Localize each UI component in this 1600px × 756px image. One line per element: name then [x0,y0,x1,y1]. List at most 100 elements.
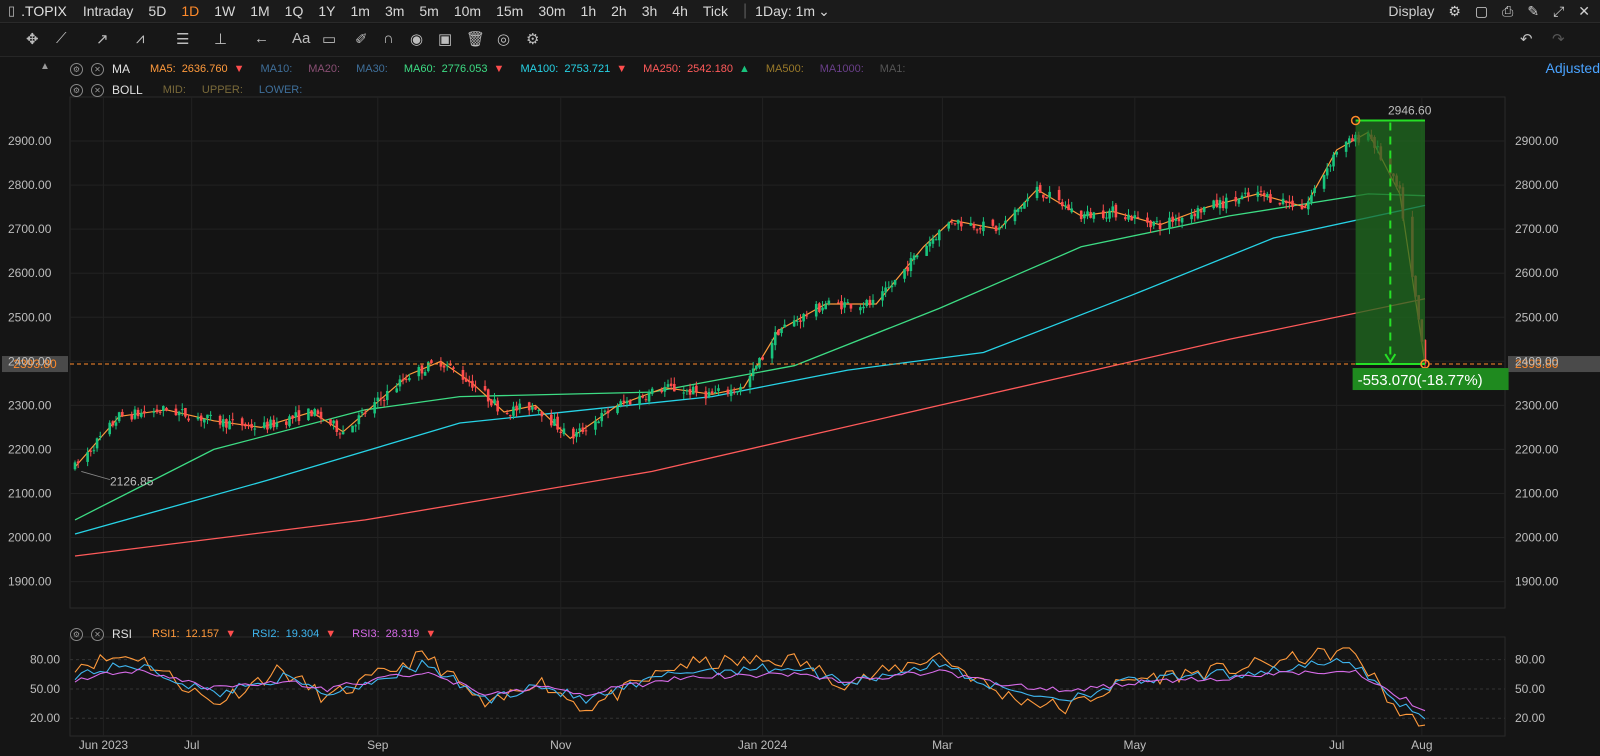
candle-body [1247,192,1250,197]
candle-body [1177,218,1181,222]
candle-body [600,412,604,422]
candle-body [1237,198,1241,204]
candle-body [969,222,973,226]
candle-body [417,367,421,377]
rsi-y-tick-label-right: 50.00 [1515,682,1545,696]
candle-body [1114,204,1118,218]
candle-body [297,410,301,422]
candle-body [1127,214,1130,220]
rsi-value: 28.319 [385,628,420,640]
close-icon[interactable]: ✕ [91,62,104,76]
candle-body [1234,196,1238,202]
candle-body [714,392,717,394]
candle-body [792,320,796,327]
candle-body [262,422,266,428]
candle-body [672,383,676,392]
candle-body [89,450,93,452]
candle-body [947,222,951,229]
close-icon[interactable]: ✕ [91,627,104,641]
candle-body [86,452,89,462]
candle-body [660,390,663,393]
y-tick-label-right: 2000.00 [1515,531,1559,545]
candle-body [187,418,190,421]
candle-body [625,400,629,404]
settings-icon[interactable]: ⚙ [70,62,83,76]
arrow-down-icon: ▼ [325,628,337,640]
candle-body [1171,216,1174,222]
ma-label: MA100: [520,63,559,75]
candle-body [688,389,692,395]
candle-body [1351,138,1354,142]
candle-body [152,411,156,413]
ma-label: MA20: [308,63,341,75]
ma-label: MA30: [356,63,388,75]
y-tick-label-left: 2000.00 [8,531,52,545]
candle-body [821,307,824,311]
rsi-indicator-name[interactable]: RSI [112,627,132,641]
ma-indicator-name[interactable]: MA [112,62,130,76]
arrow-up-icon: ▲ [738,63,750,75]
candle-body [376,397,380,402]
candle-body [474,386,477,388]
candle-body [464,378,468,382]
candle-body [329,419,332,425]
candle-body [244,423,247,427]
measure-label: -553.070(-18.77%) [1358,372,1483,389]
candle-body [663,386,667,392]
candle-body [117,412,121,422]
candle-body [666,384,670,387]
candle-body [1111,206,1115,212]
candle-body [1064,205,1067,207]
settings-icon[interactable]: ⚙ [70,83,83,97]
candle-body [332,420,335,424]
candle-body [404,378,408,380]
boll-label: MID: [162,84,186,96]
candle-body [638,395,641,406]
candle-body [445,365,449,367]
candle-body [641,396,645,398]
candle-body [338,433,342,435]
candle-body [430,360,433,364]
y-tick-label-left: 2100.00 [8,486,52,500]
ma-label: MA60: [403,63,436,75]
candle-body [777,330,780,336]
candle-body [357,415,361,425]
y-tick-label-left: 2600.00 [8,266,52,280]
candle-body [1313,188,1316,194]
candle-body [1221,201,1225,209]
candle-body [953,223,957,225]
candle-body [827,300,831,305]
candle-body [1045,196,1048,199]
candle-body [1108,210,1111,219]
candle-body [1332,154,1335,167]
boll-indicator-name[interactable]: BOLL [112,83,143,97]
x-tick-label: Aug [1411,738,1432,752]
candle-body [695,385,698,392]
y-tick-label-right: 2300.00 [1515,398,1559,412]
candle-body [285,421,288,425]
ma-value: 2636.760 [181,63,228,75]
collapse-icon[interactable]: ▲ [40,61,50,72]
candle-body [515,405,518,411]
adjusted-label[interactable]: Adjusted [1546,60,1600,76]
candle-body [266,421,269,430]
ma-value: 2542.180 [687,63,733,75]
candle-body [162,406,165,411]
close-icon[interactable]: ✕ [91,83,104,97]
x-tick-label: Jan 2024 [738,738,788,752]
candle-body [1019,207,1023,209]
rsi-y-tick-label-right: 80.00 [1515,653,1545,667]
candle-body [1174,218,1178,221]
arrow-down-icon: ▼ [425,628,437,640]
y-tick-label-left: 2200.00 [8,442,52,456]
candle-body [1240,195,1244,200]
candle-body [884,287,887,293]
candle-body [1303,206,1307,209]
candle-body [1265,193,1269,197]
candle-body [997,227,1001,230]
candle-body [196,417,200,420]
candle-body [1262,193,1266,196]
candle-body [385,390,389,401]
candle-body [1042,194,1045,198]
settings-icon[interactable]: ⚙ [70,627,83,641]
